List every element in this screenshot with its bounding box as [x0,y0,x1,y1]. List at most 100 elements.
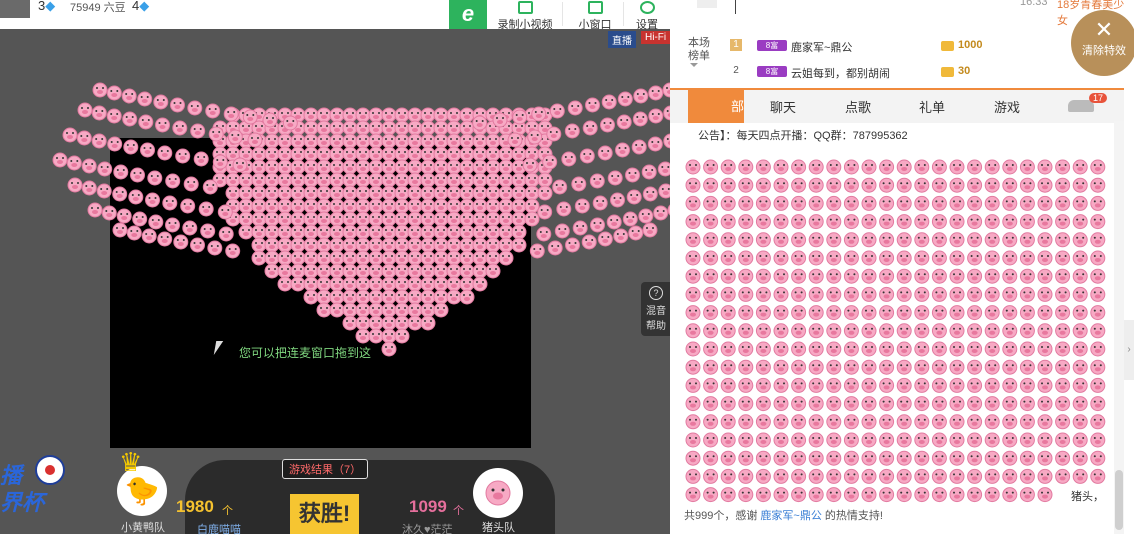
pig-emoji-icon [720,159,736,175]
pig-emoji-icon [984,305,1000,321]
pig-emoji-icon [984,468,1000,484]
pig-emoji-icon [277,263,293,279]
pig-emoji-icon [808,268,824,284]
pig-emoji-icon [1055,195,1071,211]
pig-emoji-icon [931,232,947,248]
pig-emoji-icon [277,146,293,162]
pig-emoji-icon [1019,359,1035,375]
pig-emoji-icon [685,450,701,466]
pig-emoji-icon [791,487,807,503]
rank-user-name[interactable]: 鹿家军~鼎公 [791,39,852,55]
pig-emoji-icon [407,302,423,318]
pig-emoji-icon [1037,341,1053,357]
pig-emoji-icon [175,148,191,164]
pig-emoji-icon [808,414,824,430]
pig-emoji-icon [914,305,930,321]
pig-emoji-icon [180,198,196,214]
tab-games[interactable]: 游戏 [994,97,1020,116]
pig-emoji-icon [303,263,319,279]
pig-emoji-icon [720,214,736,230]
pig-emoji-icon [685,396,701,412]
pig-emoji-icon [329,211,345,227]
tab-chat[interactable]: 聊天 [770,97,796,116]
pig-emoji-icon [879,323,895,339]
pig-emoji-icon [472,263,488,279]
pig-emoji-icon [531,106,547,122]
pig-emoji-icon [642,222,658,238]
pig-emoji-icon [238,172,254,188]
pig-emoji-icon [1055,323,1071,339]
pig-emoji-icon [251,198,267,214]
pig-emoji-icon [949,359,965,375]
pig-emoji-icon [264,198,280,214]
pig-emoji-icon [703,214,719,230]
pig-emoji-icon [914,359,930,375]
pig-emoji-icon [720,377,736,393]
pig-emoji-icon [303,172,319,188]
pig-emoji-icon [381,185,397,201]
chat-message-area[interactable] [683,158,1108,503]
pig-emoji-icon [755,195,771,211]
pig-emoji-icon [492,112,508,128]
pig-emoji-icon [914,195,930,211]
pig-emoji-icon [546,126,562,142]
tab-song-request[interactable]: 点歌 [845,97,871,116]
pig-emoji-icon [147,170,163,186]
pig-emoji-icon [641,164,657,180]
pig-emoji-icon [879,396,895,412]
chevron-down-icon[interactable] [690,63,698,67]
pig-emoji-icon [368,185,384,201]
scrollbar-thumb[interactable] [1115,470,1123,530]
pig-emoji-icon [342,250,358,266]
pig-emoji-icon [1055,414,1071,430]
pig-emoji-icon [420,250,436,266]
pig-emoji-icon [472,115,488,131]
team-left-user[interactable]: 白鹿喵喵 [197,521,241,537]
pig-emoji-icon [1002,250,1018,266]
pig-emoji-icon [755,214,771,230]
pig-emoji-icon [949,468,965,484]
pig-emoji-icon [1090,250,1106,266]
score-unit: 个 [222,505,233,517]
pig-emoji-icon [703,487,719,503]
pig-emoji-icon [1055,432,1071,448]
pig-emoji-icon [931,195,947,211]
pig-emoji-icon [720,359,736,375]
pig-emoji-icon [879,341,895,357]
thanked-user-link[interactable]: 鹿家军~鼎公 [760,510,821,522]
pig-emoji-icon [342,211,358,227]
pig-emoji-icon [826,305,842,321]
pig-emoji-icon [773,359,789,375]
pig-emoji-icon [914,232,930,248]
collapse-panel-button[interactable]: › [1124,320,1134,380]
tab-all[interactable]: 部 [688,90,744,123]
pig-emoji-icon [1019,286,1035,302]
pig-emoji-icon [1037,432,1053,448]
pig-emoji-icon [420,185,436,201]
pig-emoji-icon [861,396,877,412]
rank-user-name[interactable]: 云姐每到，都别胡闹 [791,65,890,81]
avatar[interactable] [0,0,30,18]
pig-emoji-icon [97,161,113,177]
tab-gift-list[interactable]: 礼单 [919,97,945,116]
pig-emoji-icon [157,145,173,161]
pig-emoji-icon [896,195,912,211]
pig-emoji-icon [433,146,449,162]
pig-emoji-icon [472,185,488,201]
game-result-button[interactable]: 游戏结果（7） [282,459,369,479]
pig-emoji-icon [1002,432,1018,448]
pig-emoji-icon [81,180,97,196]
clear-effects-button[interactable]: ✕ 清除特效 [1071,10,1134,76]
pig-emoji-icon [207,240,223,256]
pig-emoji-icon [703,305,719,321]
pig-emoji-icon [148,214,164,230]
e-logo-icon[interactable]: e [449,0,487,29]
pig-emoji-icon [896,250,912,266]
team-right-user[interactable]: 沐久♥茫茫 [402,521,453,537]
pig-emoji-icon [355,263,371,279]
pig-emoji-icon [1002,468,1018,484]
pig-emoji-icon [703,396,719,412]
record-video-button[interactable]: 录制小视频 [490,0,560,31]
pig-emoji-icon [791,341,807,357]
pig-emoji-icon [303,289,319,305]
